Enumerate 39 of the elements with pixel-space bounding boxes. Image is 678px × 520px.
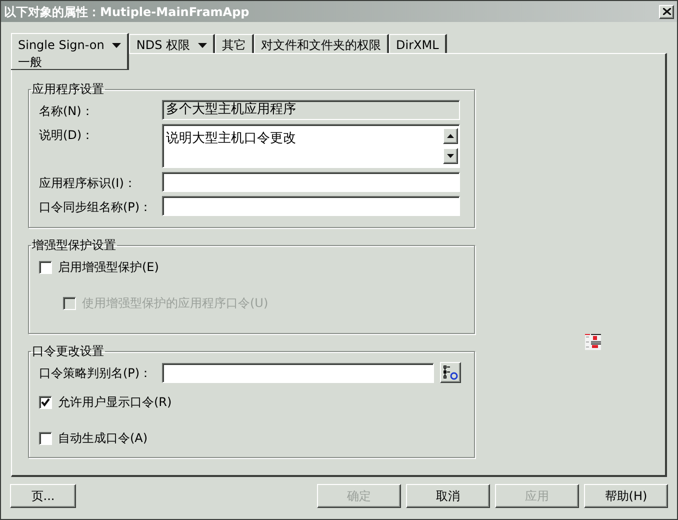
subtab[interactable]: 一般 xyxy=(18,53,42,71)
up-arrow-icon xyxy=(447,134,454,138)
tab[interactable]: DirXML xyxy=(389,34,447,53)
name-field: 多个大型主机应用程序 xyxy=(162,100,460,120)
field-label: 口令策略判别名(P)： xyxy=(39,364,153,382)
scroll-up-button[interactable] xyxy=(443,128,458,144)
checkbox[interactable] xyxy=(39,396,52,408)
description-field[interactable]: 说明大型主机口令更改 xyxy=(162,124,460,168)
checkbox-label: 启用增强型保护(E) xyxy=(58,259,159,276)
text-field[interactable] xyxy=(162,196,460,216)
checkbox[interactable] xyxy=(39,260,52,274)
group-title: 口令更改设置 xyxy=(31,343,105,360)
tab[interactable]: Single Sign-on 一般 xyxy=(11,33,130,69)
tab[interactable]: 对文件和文件夹的权限 xyxy=(254,34,390,53)
group-title: 应用程序设置 xyxy=(31,81,105,98)
tab[interactable]: NDS 权限 xyxy=(129,34,216,53)
window-title: 以下对象的属性：Mutiple-MainFramApp xyxy=(4,4,250,20)
tab[interactable]: 其它 xyxy=(215,34,254,53)
text-field[interactable] xyxy=(162,362,434,382)
dialog-button[interactable]: 页... xyxy=(10,484,76,508)
checkbox-label: 自动生成口令(A) xyxy=(58,430,148,447)
group-title: 增强型保护设置 xyxy=(31,237,117,254)
down-arrow-icon xyxy=(447,154,454,158)
browse-button[interactable] xyxy=(440,362,461,383)
field-label: 口令同步组名称(P)： xyxy=(39,199,153,216)
dialog-button[interactable]: 取消 xyxy=(406,484,490,508)
field-label: 说明(D)： xyxy=(39,127,95,144)
close-button[interactable] xyxy=(659,4,674,18)
form-icon xyxy=(585,334,601,350)
scroll-down-button[interactable] xyxy=(443,148,458,164)
field-label: 应用程序标识(I)： xyxy=(39,175,137,192)
checkbox-label: 允许用户显示口令(R) xyxy=(58,394,172,411)
field-label: 名称(N)： xyxy=(39,103,94,120)
dialog-button[interactable]: 帮助(H) xyxy=(584,484,668,508)
tree-search-icon xyxy=(443,365,458,380)
text-field[interactable] xyxy=(162,172,460,192)
close-icon xyxy=(662,8,670,15)
checkbox-label: 使用增强型保护的应用程序口令(U) xyxy=(82,295,268,312)
checkbox[interactable] xyxy=(39,432,52,444)
